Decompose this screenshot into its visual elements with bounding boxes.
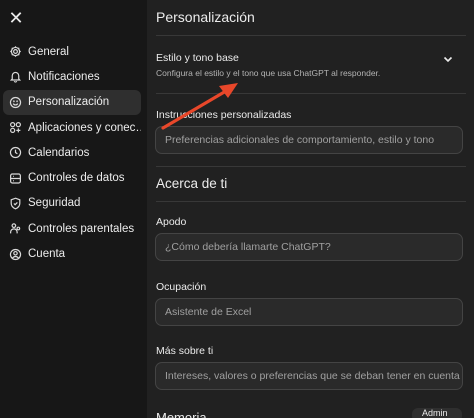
- style-tone-description: Configura el estilo y el tono que usa Ch…: [156, 68, 381, 78]
- chevron-down-icon[interactable]: [442, 52, 454, 64]
- page-title: Personalización: [156, 9, 255, 25]
- memory-heading: Memoria: [156, 410, 207, 418]
- clock-icon: [8, 146, 22, 160]
- settings-nav: General Notificaciones Personalización A…: [3, 39, 141, 267]
- sidebar-item-calendars[interactable]: Calendarios: [3, 140, 141, 165]
- divider: [156, 201, 466, 202]
- divider: [156, 166, 466, 167]
- close-icon[interactable]: ✕: [6, 8, 26, 28]
- bell-icon: [8, 70, 22, 84]
- sidebar-item-parental-controls[interactable]: Controles parentales: [3, 216, 141, 241]
- sidebar-item-apps[interactable]: Aplicaciones y conec…: [3, 115, 141, 140]
- database-icon: [8, 171, 22, 185]
- more-about-label: Más sobre ti: [156, 345, 214, 357]
- sidebar-item-label: Calendarios: [28, 146, 90, 159]
- sidebar-item-personalization[interactable]: Personalización: [3, 89, 141, 115]
- parents-icon: [8, 222, 22, 236]
- sidebar-item-label: General: [28, 45, 69, 58]
- face-icon: [8, 95, 22, 109]
- sidebar-item-label: Controles de datos: [28, 172, 125, 185]
- settings-sidebar: ✕ General Notificaciones Personalización…: [0, 0, 147, 418]
- sidebar-item-data-controls[interactable]: Controles de datos: [3, 165, 141, 190]
- memory-manage-button[interactable]: Admin: [412, 408, 462, 418]
- sidebar-item-account[interactable]: Cuenta: [3, 241, 141, 266]
- custom-instructions-field[interactable]: Preferencias adicionales de comportamien…: [155, 126, 463, 154]
- divider: [156, 93, 466, 94]
- nickname-field[interactable]: ¿Cómo debería llamarte ChatGPT?: [155, 233, 463, 261]
- occupation-label: Ocupación: [156, 281, 207, 293]
- shield-icon: [8, 196, 22, 210]
- occupation-field[interactable]: Asistente de Excel: [155, 298, 463, 326]
- sidebar-item-label: Aplicaciones y conec…: [28, 121, 141, 134]
- sidebar-item-notifications[interactable]: Notificaciones: [3, 64, 141, 89]
- style-tone-label: Estilo y tono base: [156, 52, 239, 64]
- divider: [156, 35, 466, 36]
- sidebar-item-label: Controles parentales: [28, 222, 135, 235]
- custom-instructions-label: Instrucciones personalizadas: [156, 109, 292, 121]
- sidebar-item-label: Notificaciones: [28, 70, 100, 83]
- more-about-field[interactable]: Intereses, valores o preferencias que se…: [155, 362, 463, 390]
- sidebar-item-security[interactable]: Seguridad: [3, 191, 141, 216]
- sidebar-item-label: Personalización: [28, 96, 110, 109]
- sidebar-item-general[interactable]: General: [3, 39, 141, 64]
- gear-icon: [8, 45, 22, 59]
- sidebar-item-label: Seguridad: [28, 197, 81, 210]
- user-icon: [8, 247, 22, 261]
- sidebar-item-label: Cuenta: [28, 248, 66, 261]
- nickname-label: Apodo: [156, 216, 187, 228]
- settings-main: Personalización Estilo y tono base Confi…: [147, 0, 474, 418]
- apps-icon: [8, 121, 22, 135]
- about-you-heading: Acerca de ti: [156, 176, 228, 191]
